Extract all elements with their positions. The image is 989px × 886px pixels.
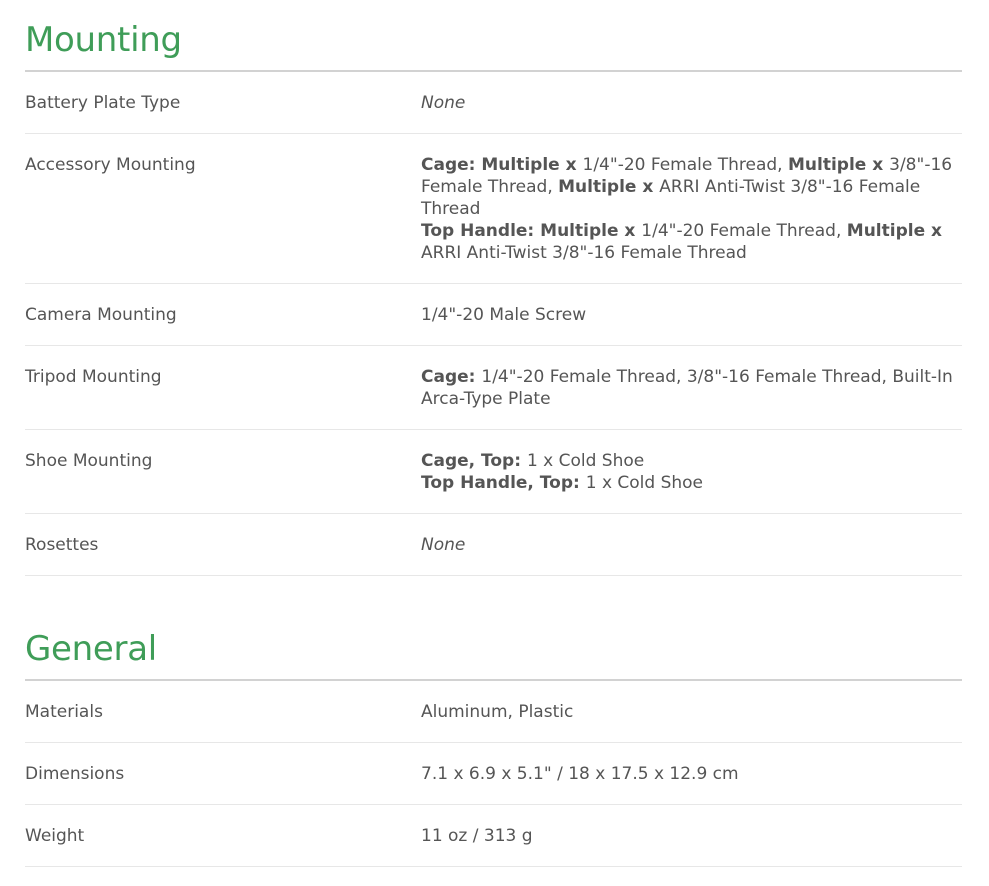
value-line: Top Handle: Multiple x 1/4"-20 Female Th… — [421, 220, 962, 264]
spec-label: Rosettes — [25, 535, 99, 555]
value-emphasis: Top Handle, Top: — [421, 473, 586, 493]
spec-value: Cage, Top: 1 x Cold Shoe Top Handle, Top… — [421, 450, 962, 494]
value-text: 1/4"-20 Female Thread, 3/8"-16 Female Th… — [421, 367, 953, 409]
spec-label: Accessory Mounting — [25, 155, 196, 175]
spec-value: None — [421, 92, 962, 114]
spec-label: Weight — [25, 826, 85, 846]
spec-value: Cage: 1/4"-20 Female Thread, 3/8"-16 Fem… — [421, 366, 962, 410]
value-emphasis: Cage, Top: — [421, 451, 527, 471]
spec-row-shoe-mounting: Shoe Mounting Cage, Top: 1 x Cold Shoe T… — [25, 430, 962, 514]
spec-value-text: None — [421, 93, 466, 113]
spec-label: Materials — [25, 702, 103, 722]
spec-value-text: Aluminum, Plastic — [421, 702, 574, 722]
spec-label: Dimensions — [25, 764, 125, 784]
value-emphasis: Multiple x — [540, 221, 642, 241]
spec-page: Mounting Battery Plate Type None Accesso… — [0, 0, 989, 886]
spec-label: Battery Plate Type — [25, 93, 181, 113]
spec-label: Camera Mounting — [25, 305, 177, 325]
spec-value: None — [421, 534, 962, 556]
spec-row-accessory-mounting: Accessory Mounting Cage: Multiple x 1/4"… — [25, 134, 962, 284]
value-line: Cage: Multiple x 1/4"-20 Female Thread, … — [421, 154, 962, 220]
spec-label: Tripod Mounting — [25, 367, 162, 387]
spec-row-camera-mounting: Camera Mounting 1/4"-20 Male Screw — [25, 284, 962, 346]
spec-value: 11 oz / 313 g — [421, 825, 962, 847]
spec-row-tripod-mounting: Tripod Mounting Cage: 1/4"-20 Female Thr… — [25, 346, 962, 430]
section-mounting: Mounting Battery Plate Type None Accesso… — [25, 20, 962, 576]
value-text: 1/4"-20 Female Thread, — [641, 221, 847, 241]
spec-value: 7.1 x 6.9 x 5.1" / 18 x 17.5 x 12.9 cm — [421, 763, 962, 785]
spec-value: 1/4"-20 Male Screw — [421, 304, 962, 326]
value-line: Top Handle, Top: 1 x Cold Shoe — [421, 472, 962, 494]
spec-label: Shoe Mounting — [25, 451, 153, 471]
spec-row-materials: Materials Aluminum, Plastic — [25, 681, 962, 743]
value-text: ARRI Anti-Twist 3/8"-16 Female Thread — [421, 243, 747, 263]
spec-value-text: 11 oz / 313 g — [421, 826, 533, 846]
value-emphasis: Top Handle: — [421, 221, 541, 241]
value-emphasis: Cage: — [421, 367, 482, 387]
section-title-mounting: Mounting — [25, 20, 962, 72]
spec-row-dimensions: Dimensions 7.1 x 6.9 x 5.1" / 18 x 17.5 … — [25, 743, 962, 805]
value-emphasis: Cage: — [421, 155, 482, 175]
value-line: Cage: 1/4"-20 Female Thread, 3/8"-16 Fem… — [421, 366, 962, 410]
section-general: General Materials Aluminum, Plastic Dime… — [25, 629, 962, 867]
value-text: 1 x Cold Shoe — [526, 451, 645, 471]
value-emphasis: Multiple x — [788, 155, 890, 175]
spec-value-text: 7.1 x 6.9 x 5.1" / 18 x 17.5 x 12.9 cm — [421, 764, 739, 784]
value-emphasis: Multiple x — [481, 155, 583, 175]
value-emphasis: Multiple x — [846, 221, 942, 241]
spec-row-weight: Weight 11 oz / 313 g — [25, 805, 962, 867]
value-line: Cage, Top: 1 x Cold Shoe — [421, 450, 962, 472]
spec-value-text: 1/4"-20 Male Screw — [421, 305, 587, 325]
spec-value-text: None — [421, 535, 466, 555]
section-title-general: General — [25, 629, 962, 681]
value-text: 1 x Cold Shoe — [585, 473, 704, 493]
spec-row-rosettes: Rosettes None — [25, 514, 962, 576]
spec-value: Cage: Multiple x 1/4"-20 Female Thread, … — [421, 154, 962, 264]
spec-row-battery-plate-type: Battery Plate Type None — [25, 72, 962, 134]
value-text: 1/4"-20 Female Thread, — [582, 155, 788, 175]
spec-value: Aluminum, Plastic — [421, 701, 962, 723]
value-emphasis: Multiple x — [558, 177, 660, 197]
